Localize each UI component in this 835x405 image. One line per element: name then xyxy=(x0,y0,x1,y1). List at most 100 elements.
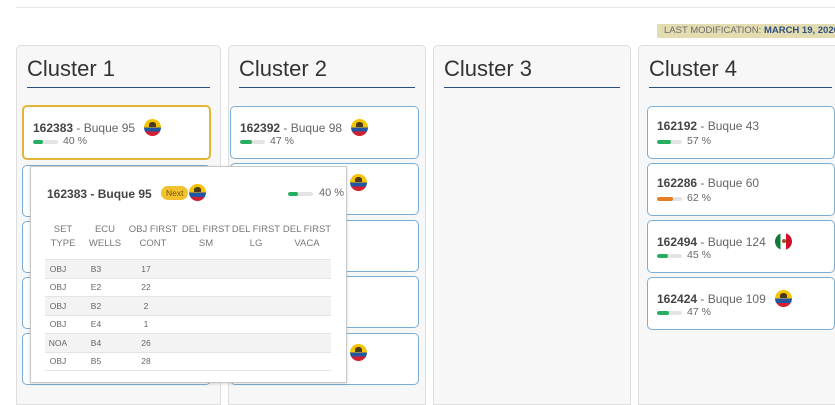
popup-vessel-id: 162383 xyxy=(47,187,88,201)
popup-vessel-name: - Buque 95 xyxy=(90,187,152,201)
table-cell xyxy=(223,314,273,334)
table-cell xyxy=(223,351,273,371)
table-cell: OBJ xyxy=(45,351,71,371)
vessel-id: 162392 xyxy=(240,121,281,135)
progress-bar xyxy=(33,140,58,144)
table-row: OBJ B2 2 xyxy=(45,296,331,315)
table-cell: OBJ xyxy=(45,259,71,278)
table-cell xyxy=(273,314,331,334)
progress-bar xyxy=(288,192,313,196)
table-cell: 26 xyxy=(121,333,171,352)
table-cell xyxy=(171,351,223,371)
table-cell xyxy=(171,259,223,278)
column-header-set-type: SET TYPE xyxy=(50,224,76,249)
column-header-del-first-lg: DEL FIRST LG xyxy=(231,224,281,249)
table-cell: OBJ xyxy=(45,277,71,297)
table-cell: 2 xyxy=(121,296,171,315)
mexico-flag-icon xyxy=(775,233,793,250)
table-cell xyxy=(171,314,223,334)
progress-bar xyxy=(657,140,682,144)
progress-fill xyxy=(240,140,252,144)
vessel-id: 162192 xyxy=(657,119,698,133)
table-cell xyxy=(223,296,273,315)
ecuador-flag-icon xyxy=(350,174,367,191)
progress-percent: 40 % xyxy=(63,135,87,147)
table-cell xyxy=(273,333,331,352)
top-divider xyxy=(16,7,835,8)
progress-percent: 57 % xyxy=(687,135,711,147)
table-cell: B5 xyxy=(71,351,121,371)
table-cell: 22 xyxy=(121,277,171,297)
table-row: NOA B4 26 xyxy=(45,333,331,352)
vessel-name: - Buque 109 xyxy=(700,292,766,306)
progress-fill xyxy=(657,254,669,258)
progress-percent: 62 % xyxy=(687,192,711,204)
progress-percent: 45 % xyxy=(687,249,711,261)
last-modification-date: MARCH 19, 2026 xyxy=(763,25,835,36)
ecuador-flag-icon xyxy=(351,119,369,136)
cluster-title-underline xyxy=(649,87,832,88)
vessel-card[interactable]: 162286 - Buque 60 62 % xyxy=(647,163,835,216)
table-cell: B2 xyxy=(71,296,121,315)
table-cell: 17 xyxy=(121,259,171,278)
vessel-card[interactable]: 162424 - Buque 109 47 % xyxy=(647,277,835,330)
table-cell: OBJ xyxy=(45,296,71,315)
table-cell xyxy=(273,296,331,315)
vessel-name: - Buque 95 xyxy=(76,121,136,135)
vessel-name: - Buque 124 xyxy=(700,235,766,249)
progress-percent: 47 % xyxy=(270,135,294,147)
vessel-id: 162383 xyxy=(33,121,74,135)
cluster-title-underline xyxy=(239,87,415,88)
last-modification-banner: LAST MODIFICATION: MARCH 19, 2026 xyxy=(657,24,835,38)
table-cell xyxy=(223,333,273,352)
progress-bar xyxy=(240,140,265,144)
table-cell: OBJ xyxy=(45,314,71,334)
vessel-card[interactable]: 162392 - Buque 98 47 % xyxy=(230,106,419,159)
table-cell xyxy=(171,296,223,315)
vessel-card[interactable]: 162494 - Buque 124 45 % xyxy=(647,220,835,273)
table-row: OBJ B5 28 xyxy=(45,351,331,371)
table-cell xyxy=(171,277,223,297)
table-cell: E4 xyxy=(71,314,121,334)
progress-percent: 47 % xyxy=(687,306,711,318)
table-cell: 1 xyxy=(121,314,171,334)
progress-percent: 40 % xyxy=(319,187,345,199)
table-cell xyxy=(273,351,331,371)
ecuador-flag-icon xyxy=(189,184,206,201)
table-cell: NOA xyxy=(45,333,71,352)
cluster-title-underline xyxy=(27,87,210,88)
vessel-name: - Buque 43 xyxy=(700,119,760,133)
next-badge: Next xyxy=(161,186,189,200)
vessel-card[interactable]: 162383 - Buque 95 40 % xyxy=(22,105,211,160)
progress-fill xyxy=(288,192,298,196)
column-header-del-first-vaca: DEL FIRST VACA xyxy=(282,224,332,249)
ecuador-flag-icon xyxy=(350,344,367,361)
table-row: OBJ E2 22 xyxy=(45,277,331,297)
table-cell: B3 xyxy=(71,259,121,278)
vessel-name: - Buque 60 xyxy=(700,176,760,190)
cluster-column-3: Cluster 3 xyxy=(433,45,631,405)
table-cell: E2 xyxy=(71,277,121,297)
cluster-title: Cluster 3 xyxy=(444,56,533,81)
progress-fill xyxy=(657,140,672,144)
vessel-id: 162286 xyxy=(657,176,698,190)
table-cell xyxy=(223,277,273,297)
table-cell xyxy=(223,259,273,278)
progress-fill xyxy=(657,197,673,201)
cluster-title: Cluster 1 xyxy=(27,56,116,81)
cluster-title-underline xyxy=(444,87,620,88)
progress-bar xyxy=(657,311,682,315)
column-header-ecu-wells: ECU WELLS xyxy=(88,224,122,249)
ecuador-flag-icon xyxy=(144,119,162,136)
vessel-detail-popup: 162383 - Buque 95 Next 40 % SET TYPE ECU W… xyxy=(30,166,347,383)
column-header-obj-first-cont: OBJ FIRST CONT xyxy=(128,224,178,249)
vessel-id: 162424 xyxy=(657,292,698,306)
progress-fill xyxy=(657,311,669,315)
table-row: OBJ E4 1 xyxy=(45,314,331,334)
table-cell xyxy=(171,333,223,352)
cluster-title: Cluster 4 xyxy=(649,56,738,81)
progress-bar xyxy=(657,254,682,258)
table-cell xyxy=(273,259,331,278)
vessel-card[interactable]: 162192 - Buque 43 57 % xyxy=(647,106,835,159)
vessel-name: - Buque 98 xyxy=(283,121,343,135)
